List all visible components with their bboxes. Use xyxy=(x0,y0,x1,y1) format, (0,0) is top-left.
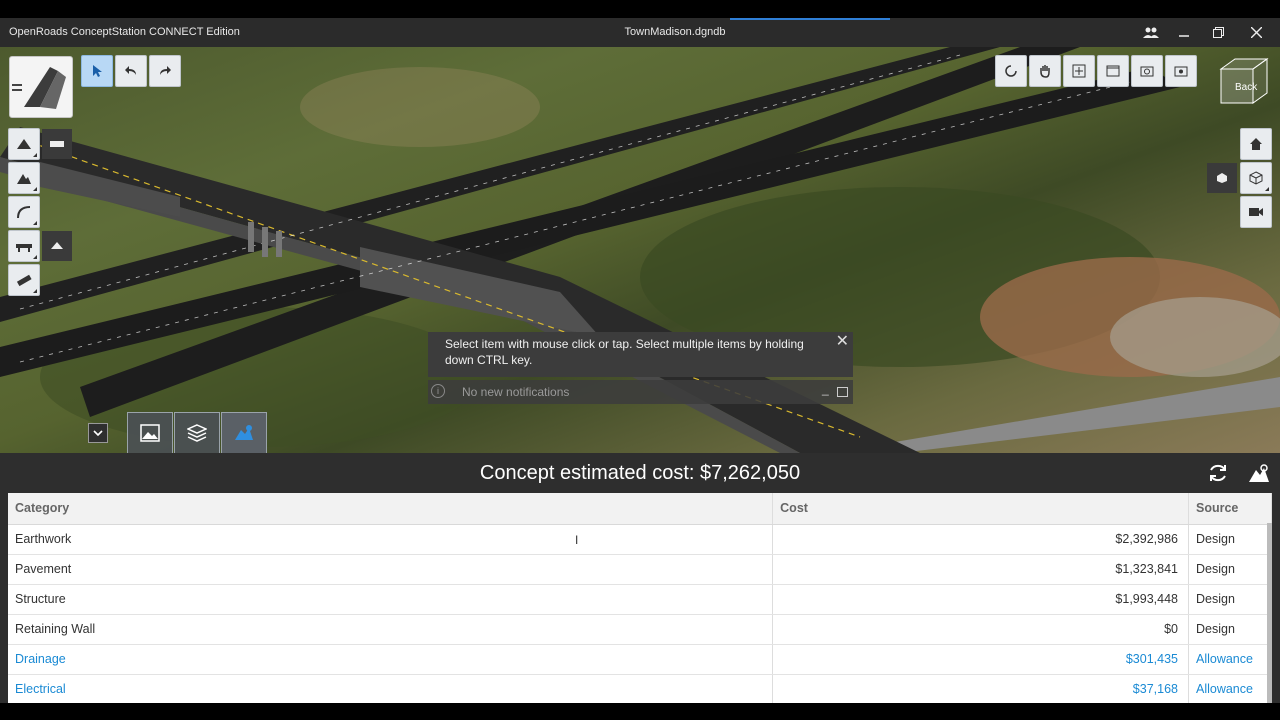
flyout-road-icon[interactable] xyxy=(42,129,72,159)
notification-maximize-icon[interactable] xyxy=(837,387,848,397)
camera-snapshot-icon[interactable] xyxy=(1131,55,1163,87)
terrain-tool-icon[interactable] xyxy=(8,162,40,194)
cost-link[interactable]: $37,168 xyxy=(772,674,1189,705)
column-header-cost[interactable]: Cost xyxy=(772,493,1189,525)
cost-panel-header: Concept estimated cost: $7,262,050 xyxy=(0,453,1280,493)
video-camera-icon[interactable] xyxy=(1240,196,1272,228)
terrain-image-icon[interactable] xyxy=(127,412,173,453)
camera-settings-icon[interactable] xyxy=(1165,55,1197,87)
redo-icon[interactable] xyxy=(149,55,181,87)
measure-tool-icon[interactable] xyxy=(8,264,40,296)
source-cell: Design xyxy=(1188,554,1273,585)
layers-icon[interactable] xyxy=(174,412,220,453)
table-row[interactable]: Pavement $1,323,841 Design xyxy=(8,554,1273,585)
window-area-icon[interactable] xyxy=(1097,55,1129,87)
view-cube-face-label: Back xyxy=(1235,82,1258,93)
source-cell: Design xyxy=(1188,614,1273,645)
cost-estimate-icon[interactable] xyxy=(221,412,267,453)
column-header-source[interactable]: Source xyxy=(1188,493,1273,525)
flyout-cube-icon[interactable] xyxy=(1207,163,1237,193)
notification-bar: i No new notifications _ xyxy=(428,380,853,404)
flyout-bridge-icon[interactable] xyxy=(42,231,72,261)
3d-viewport[interactable]: Back Select item with mouse click or tap… xyxy=(0,47,1280,453)
table-scrollbar[interactable] xyxy=(1267,523,1272,703)
close-window-button[interactable] xyxy=(1239,18,1273,47)
table-header-row: Category Cost Source xyxy=(8,493,1273,525)
title-bar: OpenRoads ConceptStation CONNECT Edition… xyxy=(0,18,1280,47)
view-cube[interactable]: Back xyxy=(1215,55,1271,111)
letterbox-bottom xyxy=(0,703,1280,720)
cost-link[interactable]: $301,435 xyxy=(772,644,1189,675)
accent-bar xyxy=(730,18,890,20)
cost-settings-icon[interactable] xyxy=(1247,462,1271,486)
home-view-icon[interactable] xyxy=(1240,128,1272,160)
category-link[interactable]: Electrical xyxy=(8,674,774,705)
category-cell: Pavement xyxy=(8,554,774,585)
cost-cell: $1,993,448 xyxy=(772,584,1189,615)
undo-icon[interactable] xyxy=(115,55,147,87)
pan-hand-icon[interactable] xyxy=(1029,55,1061,87)
cost-cell: $1,323,841 xyxy=(772,554,1189,585)
letterbox-top xyxy=(0,0,1280,18)
table-row[interactable]: Earthwork $2,392,986 Design xyxy=(8,524,1273,555)
text-cursor-icon: I xyxy=(575,533,579,547)
zoom-extents-icon[interactable] xyxy=(1063,55,1095,87)
source-cell: Design xyxy=(1188,584,1273,615)
category-link[interactable]: Drainage xyxy=(8,644,774,675)
concept-estimated-cost: Concept estimated cost: $7,262,050 xyxy=(479,462,801,484)
restore-button[interactable] xyxy=(1201,18,1235,47)
rotate-view-icon[interactable] xyxy=(995,55,1027,87)
dropdown-chevron-icon[interactable] xyxy=(88,423,108,443)
toast-message: Select item with mouse click or tap. Sel… xyxy=(445,337,804,367)
selection-hint-toast: Select item with mouse click or tap. Sel… xyxy=(428,332,853,377)
users-icon[interactable] xyxy=(1134,18,1168,47)
source-link[interactable]: Allowance xyxy=(1188,674,1273,705)
table-row[interactable]: Drainage $301,435 Allowance xyxy=(8,644,1273,675)
category-cell: Retaining Wall xyxy=(8,614,774,645)
select-arrow-icon[interactable] xyxy=(81,55,113,87)
column-header-category[interactable]: Category xyxy=(8,493,774,525)
cube-view-icon[interactable] xyxy=(1240,162,1272,194)
cost-table: Category Cost Source Earthwork $2,392,98… xyxy=(8,493,1273,705)
curve-tool-icon[interactable] xyxy=(8,196,40,228)
source-cell: Design xyxy=(1188,524,1273,555)
main-menu-logo-button[interactable] xyxy=(9,56,73,118)
bridge-tool-icon[interactable] xyxy=(8,230,40,262)
table-row[interactable]: Structure $1,993,448 Design xyxy=(8,584,1273,615)
table-row[interactable]: Retaining Wall $0 Design xyxy=(8,614,1273,645)
notification-text: No new notifications xyxy=(462,385,570,399)
refresh-icon[interactable] xyxy=(1206,462,1230,486)
road-tool-icon[interactable] xyxy=(8,128,40,160)
cost-cell: $0 xyxy=(772,614,1189,645)
toast-close-icon[interactable]: ✕ xyxy=(836,334,849,350)
cost-cell: $2,392,986 xyxy=(772,524,1189,555)
file-title: TownMadison.dgndb xyxy=(624,26,726,38)
category-cell: Earthwork xyxy=(8,524,774,555)
minimize-button[interactable] xyxy=(1167,18,1201,47)
table-row[interactable]: Electrical $37,168 Allowance xyxy=(8,674,1273,705)
info-icon: i xyxy=(431,384,445,398)
category-cell: Structure xyxy=(8,584,774,615)
notification-minimize-icon[interactable]: _ xyxy=(822,382,829,396)
source-link[interactable]: Allowance xyxy=(1188,644,1273,675)
cost-table-container: Category Cost Source Earthwork $2,392,98… xyxy=(0,493,1280,705)
